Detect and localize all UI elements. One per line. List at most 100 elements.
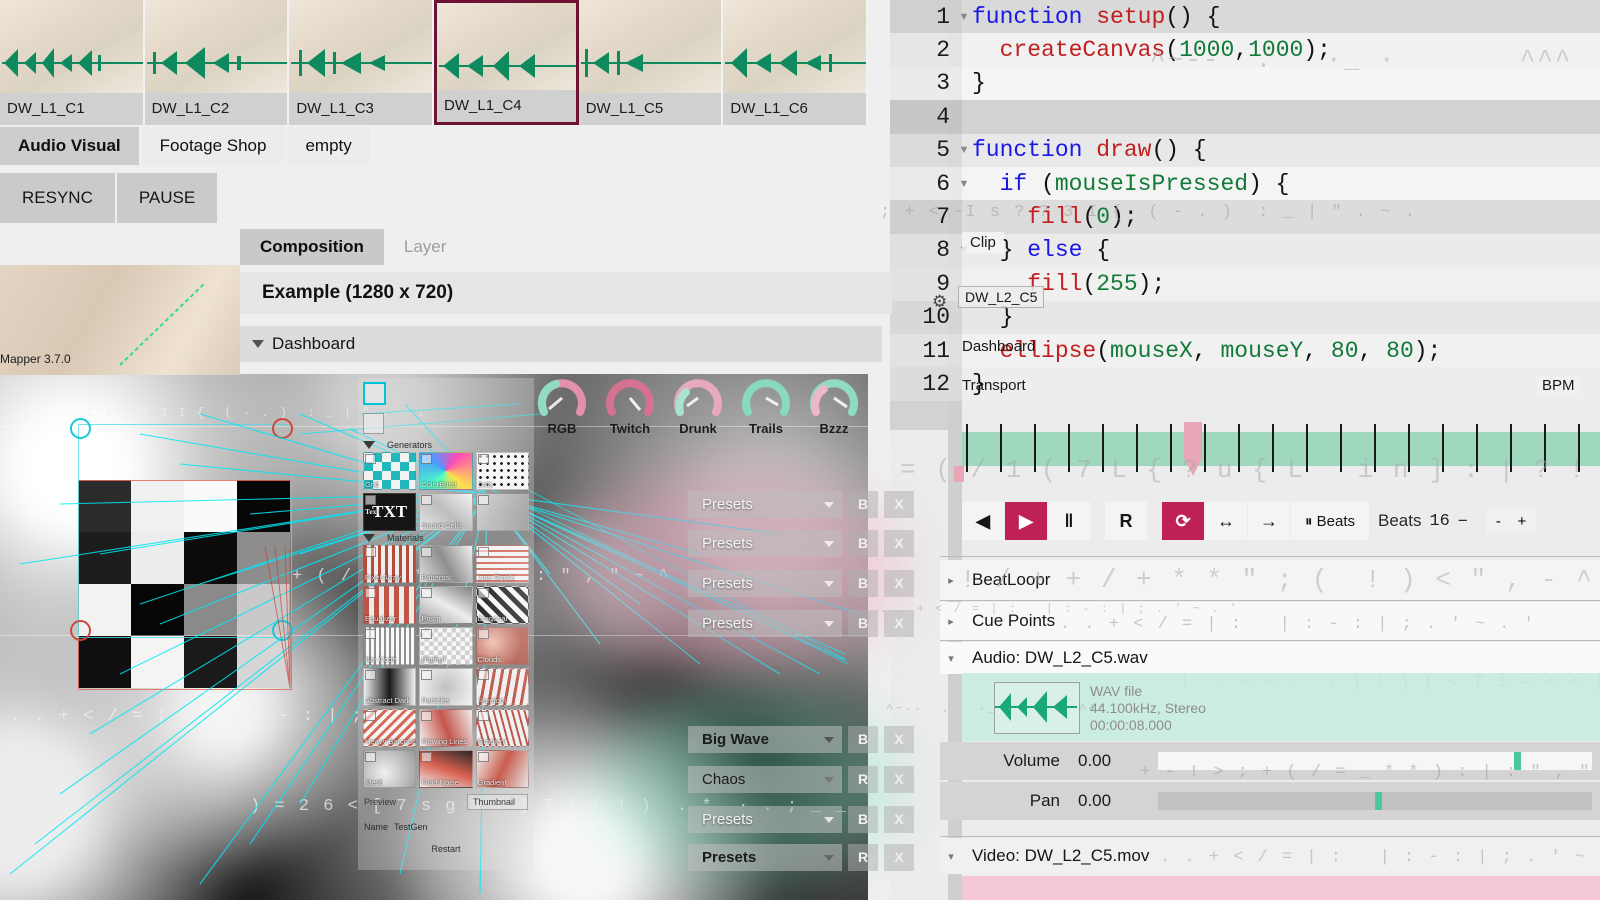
transport-prev-button[interactable]: ◀ [962, 502, 1004, 540]
preset-clear-button[interactable]: X [884, 490, 914, 518]
material-cell[interactable]: Fluid Noise [419, 750, 473, 788]
tab-empty[interactable]: empty [287, 127, 370, 165]
preset-row[interactable]: Presets B X [688, 804, 914, 834]
video-row[interactable]: ▾ Video: DW_L2_C5.mov [940, 838, 1600, 874]
preset-clear-button[interactable]: X [884, 569, 914, 597]
library-name-row[interactable]: Name TestGen [358, 816, 534, 838]
preset-clear-button[interactable]: X [884, 529, 914, 557]
preset-select[interactable]: Presets [688, 569, 842, 597]
tab-composition[interactable]: Composition [240, 229, 384, 265]
library-panel[interactable]: Generators Grid ColorBurst Dots TXT Text … [358, 378, 534, 870]
preset-bank-button[interactable]: B [848, 529, 878, 557]
library-restart-row[interactable]: Restart [358, 838, 534, 860]
preset-select[interactable]: Chaos [688, 765, 842, 793]
preset-row[interactable]: Presets B X [688, 489, 914, 519]
knob-dial-icon[interactable] [670, 372, 726, 420]
beatloopr-row[interactable]: ▸ BeatLoopr [940, 560, 1600, 600]
name-value[interactable]: TestGen [394, 822, 428, 832]
tab-layer[interactable]: Layer [384, 229, 467, 265]
preset-bank-button[interactable]: R [848, 843, 878, 871]
material-cell[interactable]: Flowing Lines [419, 709, 473, 747]
clip-name-field[interactable]: DW_L2_C5 [958, 286, 1045, 308]
mapper-handle[interactable] [70, 418, 91, 439]
twirl-icon[interactable]: ▸ [940, 574, 962, 587]
material-cell[interactable]: Diagonal [475, 586, 529, 624]
preset-select[interactable]: Big Wave [688, 725, 842, 753]
clip-transport-label[interactable]: Transport [962, 377, 1026, 394]
timeline-ruler[interactable] [954, 420, 1600, 482]
material-cell[interactable]: Equalizer [363, 586, 417, 624]
knob-dial-icon[interactable] [806, 372, 862, 420]
stepper-minus[interactable]: - [1496, 513, 1501, 530]
pan-row[interactable]: Pan 0.00 [940, 782, 1600, 820]
material-cell[interactable]: Gradient [475, 709, 529, 747]
preset-row[interactable]: Big Wave B X [688, 724, 914, 754]
transport-loop-button[interactable]: ⟳ [1162, 502, 1204, 540]
beats-minus-icon[interactable]: − [1458, 511, 1468, 531]
volume-row[interactable]: Volume 0.00 [940, 742, 1600, 780]
preset-bank-button[interactable]: B [848, 805, 878, 833]
material-cell[interactable]: Patterns [419, 545, 473, 583]
material-cell[interactable]: Prism [419, 586, 473, 624]
preset-select[interactable]: Presets [688, 805, 842, 833]
code-line[interactable]: 3 } [890, 66, 1600, 101]
library-section-generators[interactable]: Generators [358, 438, 534, 452]
transport-bar[interactable]: ◀ ▶ ‖ R ⟳ ↔ → ⏸ Beats Beats 16 − - + [962, 500, 1600, 542]
preview-toggle-label[interactable]: Preview [364, 797, 396, 807]
playhead-marker[interactable] [1184, 422, 1202, 480]
cue-points-row[interactable]: ▸ Cue Points [940, 602, 1600, 640]
material-cell[interactable]: Clouds [475, 627, 529, 665]
code-line[interactable]: 1 ▼ function setup() { [890, 0, 1600, 34]
generator-cell[interactable]: Grid [363, 452, 417, 490]
fold-arrow-icon[interactable]: ▼ [956, 178, 972, 190]
fold-arrow-icon[interactable]: ▼ [956, 144, 972, 156]
tab-footage-shop[interactable]: Footage Shop [141, 127, 285, 165]
list-view-icon[interactable] [363, 413, 384, 434]
stepper-plus[interactable]: + [1518, 513, 1527, 530]
preset-clear-button[interactable]: X [884, 609, 914, 637]
workspace-tab-bar[interactable]: Audio Visual Footage Shop empty [0, 127, 868, 169]
preset-bank-button[interactable]: B [848, 609, 878, 637]
preset-select[interactable]: Presets [688, 490, 842, 518]
bpm-label[interactable]: BPM [1538, 376, 1579, 395]
clip-thumbnail[interactable]: DW_L1_C3 [289, 0, 435, 125]
scope-tab-bar[interactable]: Composition Layer [240, 228, 870, 266]
knob-rgb[interactable]: RGB [528, 372, 596, 440]
material-cell[interactable]: Abstract Dark [363, 668, 417, 706]
thumbnail-view-icon[interactable] [363, 382, 386, 405]
code-line[interactable]: 2 createCanvas(1000,1000); [890, 33, 1600, 67]
transport-play-button[interactable]: ▶ [1005, 502, 1047, 540]
material-cell[interactable]: Particles [419, 668, 473, 706]
material-cell[interactable]: Mesh [363, 750, 417, 788]
library-section-materials[interactable]: Materials [358, 531, 534, 545]
timeline-start-marker[interactable] [954, 466, 964, 482]
mapper-handle[interactable] [70, 620, 91, 641]
pause-button[interactable]: PAUSE [116, 173, 220, 223]
clip-dashboard-label[interactable]: Dashboard [962, 338, 1035, 355]
code-line[interactable]: 5 ▼ function draw() { [890, 133, 1600, 167]
volume-slider[interactable] [1158, 752, 1592, 770]
preset-row[interactable]: Presets R X [688, 842, 914, 872]
preset-clear-button[interactable]: X [884, 843, 914, 871]
video-clip-strip[interactable] [962, 876, 1600, 900]
preset-row[interactable]: Presets B X [688, 608, 914, 638]
generator-cell[interactable]: Dots [475, 452, 529, 490]
twirl-icon[interactable]: ▾ [940, 652, 962, 665]
preset-clear-button[interactable]: X [884, 765, 914, 793]
clip-thumbnail[interactable]: DW_L1_C1 [0, 0, 145, 125]
clip-thumbnail[interactable]: DW_L1_C6 [723, 0, 869, 125]
tab-audio-visual[interactable]: Audio Visual [0, 127, 139, 165]
preset-bank-button[interactable]: B [848, 725, 878, 753]
material-cell[interactable]: Pattern [419, 627, 473, 665]
material-cell[interactable]: Random [475, 668, 529, 706]
preset-row[interactable]: Presets B X [688, 568, 914, 598]
clip-thumbnail[interactable]: DW_L1_C5 [578, 0, 724, 125]
dashboard-section-header[interactable]: Dashboard [240, 326, 882, 362]
pan-slider[interactable] [1158, 792, 1592, 810]
code-line[interactable]: 4 [890, 100, 1600, 134]
material-grid[interactable]: Pixel Array Patterns Line Ripple Equaliz… [358, 545, 534, 788]
material-cell[interactable]: Bar Code [363, 627, 417, 665]
generator-cell[interactable]: Sound Cells [419, 493, 473, 531]
preset-bank-button[interactable]: B [848, 490, 878, 518]
transport-beats-mode-select[interactable]: ⏸ Beats [1291, 502, 1369, 540]
